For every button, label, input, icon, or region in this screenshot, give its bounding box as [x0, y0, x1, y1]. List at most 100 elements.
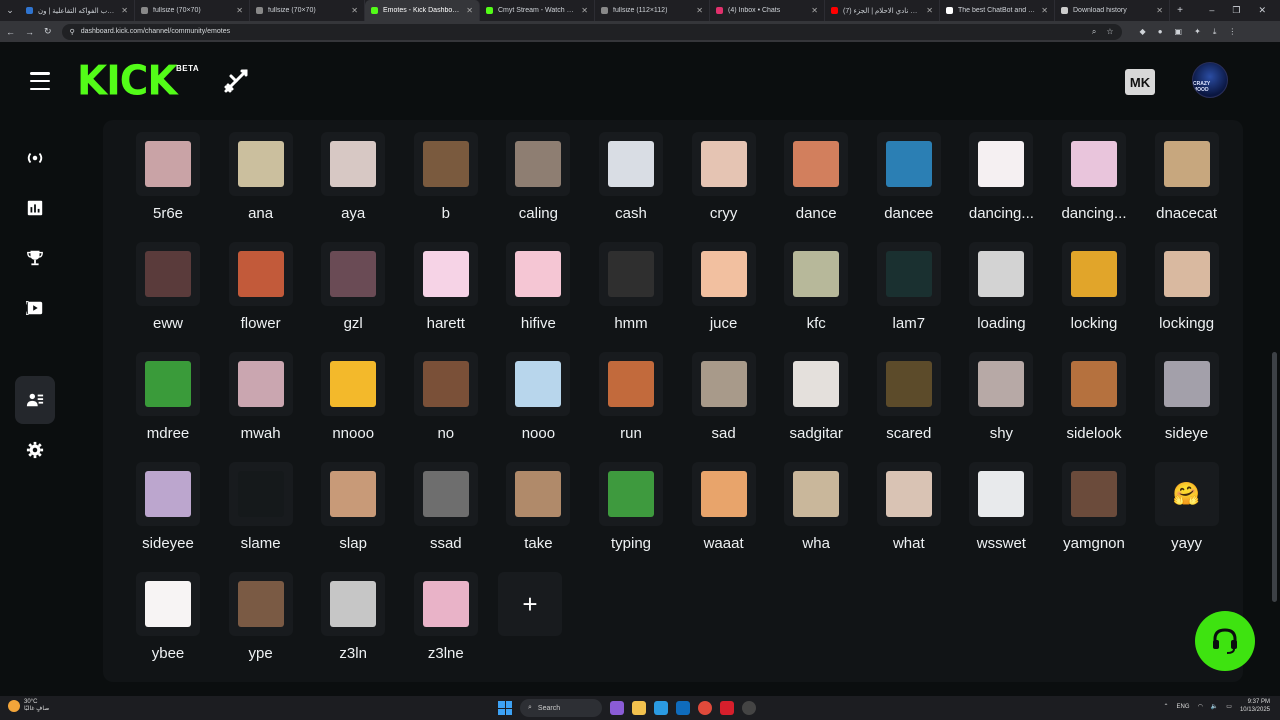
emote-thumbnail[interactable]	[136, 132, 200, 196]
emote-thumbnail[interactable]	[1154, 132, 1219, 196]
sidebar-item-clips[interactable]	[15, 284, 55, 332]
emote-item[interactable]: dancing...	[946, 120, 1036, 222]
extensions-puzzle-icon[interactable]: ✦	[1194, 27, 1201, 37]
browser-tab[interactable]: fullsize (70×70) ✕	[135, 0, 250, 21]
emote-thumbnail[interactable]	[784, 462, 849, 526]
emote-thumbnail[interactable]	[136, 462, 200, 526]
emote-item[interactable]: typing	[576, 450, 666, 552]
taskbar-search[interactable]: ⌕ Search	[520, 699, 602, 717]
browser-tab[interactable]: The best ChatBot and Widget ✕	[940, 0, 1055, 21]
copilot-icon[interactable]	[610, 701, 624, 715]
extension-icon[interactable]: ◆	[1140, 27, 1146, 37]
emote-item[interactable]: juce	[669, 230, 759, 332]
scrollbar[interactable]	[1272, 42, 1278, 696]
emote-thumbnail[interactable]	[136, 242, 200, 306]
emote-item[interactable]: lockingg	[1132, 230, 1222, 332]
zoom-icon[interactable]: ⌕	[1092, 27, 1096, 37]
emote-thumbnail[interactable]	[599, 242, 663, 306]
emote-item[interactable]: dnacecat	[1132, 120, 1222, 222]
emote-item[interactable]: ybee	[113, 560, 203, 662]
support-chat-button[interactable]	[1195, 611, 1255, 671]
emote-thumbnail[interactable]	[1154, 242, 1219, 306]
emote-item[interactable]: flower	[206, 230, 296, 332]
emote-thumbnail[interactable]	[876, 132, 941, 196]
emote-item[interactable]: nnooo	[298, 340, 388, 442]
emote-item[interactable]: slame	[206, 450, 296, 552]
emote-item[interactable]: dance	[761, 120, 851, 222]
emote-thumbnail[interactable]	[784, 242, 849, 306]
emote-thumbnail[interactable]	[969, 242, 1034, 306]
emote-thumbnail[interactable]: 🤗	[1154, 462, 1219, 526]
sidebar-item-analytics[interactable]	[15, 184, 55, 232]
emote-item[interactable]: hifive	[483, 230, 573, 332]
windows-start-icon[interactable]	[498, 701, 512, 715]
emote-item[interactable]: z3ln	[298, 560, 388, 662]
emote-item[interactable]: 🤗 yayy	[1132, 450, 1222, 552]
emote-thumbnail[interactable]	[228, 572, 293, 636]
emote-item[interactable]: cryy	[669, 120, 759, 222]
emote-item[interactable]: slap	[298, 450, 388, 552]
emote-thumbnail[interactable]	[1154, 352, 1219, 416]
emote-thumbnail[interactable]	[506, 462, 571, 526]
emote-thumbnail[interactable]	[136, 352, 200, 416]
reload-icon[interactable]: ↻	[44, 26, 52, 37]
emote-item[interactable]: gzl	[298, 230, 388, 332]
emote-item[interactable]: run	[576, 340, 666, 442]
tab-close-icon[interactable]: ✕	[351, 6, 358, 15]
browser-tab[interactable]: (7) سويت نادي الاحلام | الجزء ✕	[825, 0, 940, 21]
emote-item[interactable]: 5r6e	[113, 120, 203, 222]
emote-item[interactable]: cash	[576, 120, 666, 222]
wifi-icon[interactable]: ◠	[1198, 703, 1203, 710]
emote-item[interactable]: sideyee	[113, 450, 203, 552]
tab-close-icon[interactable]: ✕	[466, 6, 473, 15]
emote-item[interactable]: waaat	[669, 450, 759, 552]
emote-item[interactable]: dancee	[854, 120, 944, 222]
emote-item[interactable]: no	[391, 340, 481, 442]
emote-item[interactable]: nooo	[483, 340, 573, 442]
close-window-icon[interactable]: ✕	[1258, 5, 1266, 16]
emote-thumbnail[interactable]	[228, 242, 293, 306]
emote-item[interactable]: z3lne	[391, 560, 481, 662]
kick-logo[interactable]: KICK	[77, 61, 178, 102]
bookmark-star-icon[interactable]: ☆	[1106, 27, 1113, 37]
emote-item[interactable]: mdree	[113, 340, 203, 442]
emote-item[interactable]: ssad	[391, 450, 481, 552]
emote-item[interactable]: hmm	[576, 230, 666, 332]
sidebar-item-community[interactable]	[15, 376, 55, 424]
emote-thumbnail[interactable]	[506, 352, 571, 416]
emote-thumbnail[interactable]	[321, 352, 386, 416]
tab-close-icon[interactable]: ✕	[1041, 6, 1048, 15]
emote-thumbnail[interactable]	[691, 132, 756, 196]
emote-item[interactable]: sadgitar	[761, 340, 851, 442]
volume-icon[interactable]: 🔈	[1211, 703, 1218, 710]
maximize-icon[interactable]: ❐	[1232, 5, 1240, 16]
tab-close-icon[interactable]: ✕	[1156, 6, 1163, 15]
tab-close-icon[interactable]: ✕	[121, 6, 128, 15]
emote-thumbnail[interactable]	[784, 352, 849, 416]
emote-thumbnail[interactable]	[1062, 132, 1126, 196]
sidebar-item-achievements[interactable]	[15, 234, 55, 282]
emote-thumbnail[interactable]	[413, 132, 478, 196]
emote-item[interactable]: locking	[1039, 230, 1129, 332]
emote-item[interactable]: lam7	[854, 230, 944, 332]
emote-thumbnail[interactable]	[969, 352, 1034, 416]
emote-thumbnail[interactable]	[784, 132, 849, 196]
weather-widget[interactable]: 30°C صافٍ غالبًا	[8, 699, 49, 713]
emote-thumbnail[interactable]	[413, 352, 478, 416]
emote-thumbnail[interactable]	[599, 462, 663, 526]
emote-item[interactable]: yamgnon	[1039, 450, 1129, 552]
tab-close-icon[interactable]: ✕	[696, 6, 703, 15]
emote-thumbnail[interactable]	[599, 352, 663, 416]
browser-menu-icon[interactable]: ⋮	[1228, 27, 1236, 37]
emote-thumbnail[interactable]	[1062, 352, 1126, 416]
emote-thumbnail[interactable]	[969, 462, 1034, 526]
swords-icon[interactable]	[222, 67, 250, 95]
browser-tab[interactable]: Download history ✕	[1055, 0, 1170, 21]
emote-thumbnail[interactable]	[321, 242, 386, 306]
sidebar-item-settings[interactable]	[15, 426, 55, 474]
minimize-icon[interactable]: –	[1209, 5, 1214, 16]
emote-item[interactable]: sad	[669, 340, 759, 442]
emote-item[interactable]: what	[854, 450, 944, 552]
site-info-icon[interactable]: ⚲	[70, 28, 75, 36]
edge-icon[interactable]	[654, 701, 668, 715]
